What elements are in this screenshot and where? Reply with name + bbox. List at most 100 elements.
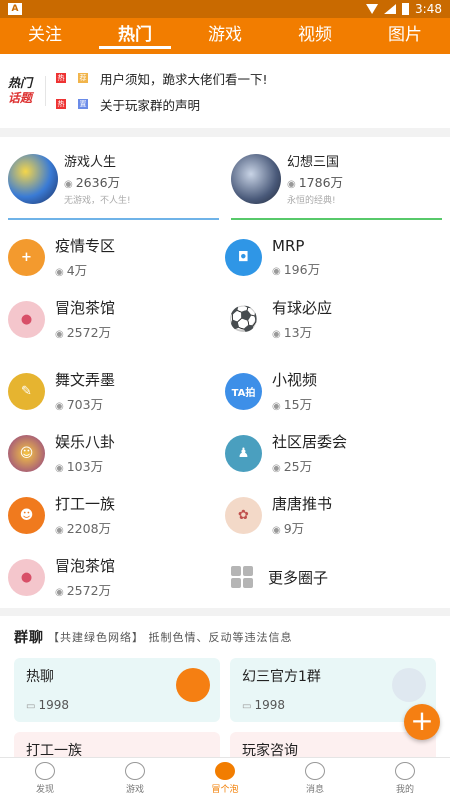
- hot-tag: 热: [56, 73, 66, 83]
- featured-underline: [231, 218, 442, 220]
- group-card-official[interactable]: 幻三官方1群 ▭ 1998: [230, 658, 436, 722]
- bottom-tab-label: 我的: [395, 785, 414, 795]
- top-tab-bar: 关注 热门 游戏 视频 图片: [0, 18, 450, 54]
- bottom-tab-games[interactable]: 游戏: [90, 758, 180, 801]
- hot-topic-text: 用户须知，跪求大佬们看一下!: [100, 71, 268, 87]
- circle-name: 唐唐推书: [272, 495, 333, 513]
- tab-games[interactable]: 游戏: [180, 18, 270, 54]
- bottom-tab-messages[interactable]: 消息: [270, 758, 360, 801]
- circle-item[interactable]: ◘ MRP ◉ 196万: [225, 226, 442, 288]
- circle-item[interactable]: TA拍 小视频 ◉ 15万: [225, 360, 442, 422]
- eye-icon: ◉: [272, 525, 281, 536]
- circle-item[interactable]: ☺ 娱乐八卦 ◉ 103万: [8, 422, 225, 484]
- battery-icon: [402, 3, 410, 15]
- chat-icon: ▭: [242, 701, 252, 712]
- chat-icon: ▭: [26, 701, 36, 712]
- circle-item[interactable]: ☻ 打工一族 ◉ 2208万: [8, 484, 225, 546]
- featured-underline: [8, 218, 219, 220]
- hot-topic-item[interactable]: 热 置 关于玩家群的声明: [56, 91, 442, 117]
- medical-icon: +: [8, 238, 45, 276]
- doctor-avatar-icon: [392, 668, 426, 702]
- community-icon: ♟: [225, 434, 262, 472]
- status-bar: A 3:48: [0, 0, 450, 18]
- circle-name: 疫情专区: [55, 237, 116, 255]
- circle-name: 娱乐八卦: [55, 433, 116, 451]
- featured-count: 2636万: [75, 175, 121, 190]
- signal-icon: [384, 4, 397, 14]
- circle-item[interactable]: ♟ 社区居委会 ◉ 25万: [225, 422, 442, 484]
- wifi-icon: [366, 4, 379, 14]
- pinned-tag: 置: [78, 99, 88, 109]
- group-card-hot-chat[interactable]: 热聊 ▭ 1998: [14, 658, 220, 722]
- group-chat-section: 群聊 【共建绿色网络】 抵制色情、反动等违法信息 热聊 ▭ 1998 幻三官方1群…: [0, 616, 450, 761]
- featured-circle-fantasy-3k[interactable]: 幻想三国 ◉ 1786万 永恒的经典!: [231, 147, 442, 220]
- gamepad-icon: ◘: [225, 238, 262, 276]
- circle-count: 703万: [66, 397, 104, 412]
- chat-bubble-icon: [176, 668, 210, 702]
- circle-item[interactable]: ● 冒泡茶馆 ◉ 2572万: [8, 546, 225, 608]
- circle-item[interactable]: ✎ 舞文弄墨 ◉ 703万: [8, 360, 225, 422]
- eye-icon: ◉: [55, 463, 64, 474]
- circle-name: 打工一族: [55, 495, 116, 513]
- bottom-tab-label: 发现: [35, 785, 54, 795]
- hot-tag: 热: [56, 99, 66, 109]
- eye-icon: ◉: [287, 179, 296, 190]
- circle-name: MRP: [272, 236, 305, 255]
- circle-count: 103万: [66, 459, 104, 474]
- eye-icon: ◉: [272, 329, 281, 340]
- hot-logo-line1: 热门: [8, 76, 33, 90]
- entertainment-icon: ☺: [8, 434, 45, 472]
- circle-count: 15万: [283, 397, 313, 412]
- circle-item[interactable]: ● 冒泡茶馆 ◉ 2572万: [8, 288, 225, 350]
- quill-icon: ✎: [8, 372, 45, 410]
- featured-name: 游戏人生: [64, 155, 117, 170]
- eye-icon: ◉: [55, 401, 64, 412]
- bottom-tab-profile[interactable]: 我的: [360, 758, 450, 801]
- circle-name: 有球必应: [272, 299, 333, 317]
- tab-pictures[interactable]: 图片: [360, 18, 450, 54]
- soccer-icon: ⚽: [225, 300, 262, 338]
- circle-item[interactable]: ✿ 唐唐推书 ◉ 9万: [225, 484, 442, 546]
- group-count: 1998: [254, 698, 285, 712]
- hot-topics: 热门 话题 热 荐 用户须知，跪求大佬们看一下! 热 置 关于玩家群的声明: [0, 54, 450, 128]
- warrior-avatar-icon: [231, 153, 281, 204]
- add-post-button[interactable]: +: [404, 704, 440, 740]
- bottom-tab-discover[interactable]: 发现: [0, 758, 90, 801]
- bottom-tab-label: 游戏: [125, 785, 144, 795]
- bottom-tab-label: 冒个泡: [211, 785, 239, 795]
- tab-follow[interactable]: 关注: [0, 18, 90, 54]
- circle-name: 舞文弄墨: [55, 371, 116, 389]
- eye-icon: ◉: [55, 267, 64, 278]
- circle-count: 4万: [66, 263, 88, 278]
- bottom-tab-bubble[interactable]: 冒个泡: [180, 758, 270, 801]
- featured-circle-game-life[interactable]: 游戏人生 ◉ 2636万 无游戏，不人生!: [8, 147, 219, 220]
- hot-topic-text: 关于玩家群的声明: [100, 97, 201, 113]
- circle-count: 2572万: [66, 583, 112, 598]
- featured-subtitle: 无游戏，不人生!: [64, 196, 131, 206]
- featured-count: 1786万: [298, 175, 344, 190]
- worker-icon: ☻: [8, 496, 45, 534]
- group-chat-notice: 【共建绿色网络】 抵制色情、反动等违法信息: [48, 631, 293, 644]
- featured-name: 幻想三国: [287, 155, 340, 170]
- teapot-icon: ●: [8, 300, 45, 338]
- eye-icon: [35, 762, 55, 780]
- bottom-nav: 发现 游戏 冒个泡 消息 我的: [0, 757, 450, 801]
- eye-icon: ◉: [55, 525, 64, 536]
- clock: 3:48: [415, 2, 442, 16]
- eye-icon: ◉: [55, 329, 64, 340]
- eye-icon: ◉: [55, 587, 64, 598]
- profile-icon: [395, 762, 415, 780]
- grid-icon: [231, 566, 253, 588]
- circle-count: 2572万: [66, 325, 112, 340]
- teapot-icon: ●: [8, 558, 45, 596]
- circle-count: 25万: [283, 459, 313, 474]
- eye-icon: ◉: [272, 463, 281, 474]
- notification-icon: A: [8, 3, 22, 15]
- circle-count: 2208万: [66, 521, 112, 536]
- hot-topic-item[interactable]: 热 荐 用户须知，跪求大佬们看一下!: [56, 65, 442, 91]
- circle-item[interactable]: ⚽ 有球必应 ◉ 13万: [225, 288, 442, 350]
- tab-videos[interactable]: 视频: [270, 18, 360, 54]
- circle-item[interactable]: + 疫情专区 ◉ 4万: [8, 226, 225, 288]
- tab-hot[interactable]: 热门: [90, 18, 180, 54]
- more-circles-button[interactable]: 更多圈子: [225, 546, 442, 608]
